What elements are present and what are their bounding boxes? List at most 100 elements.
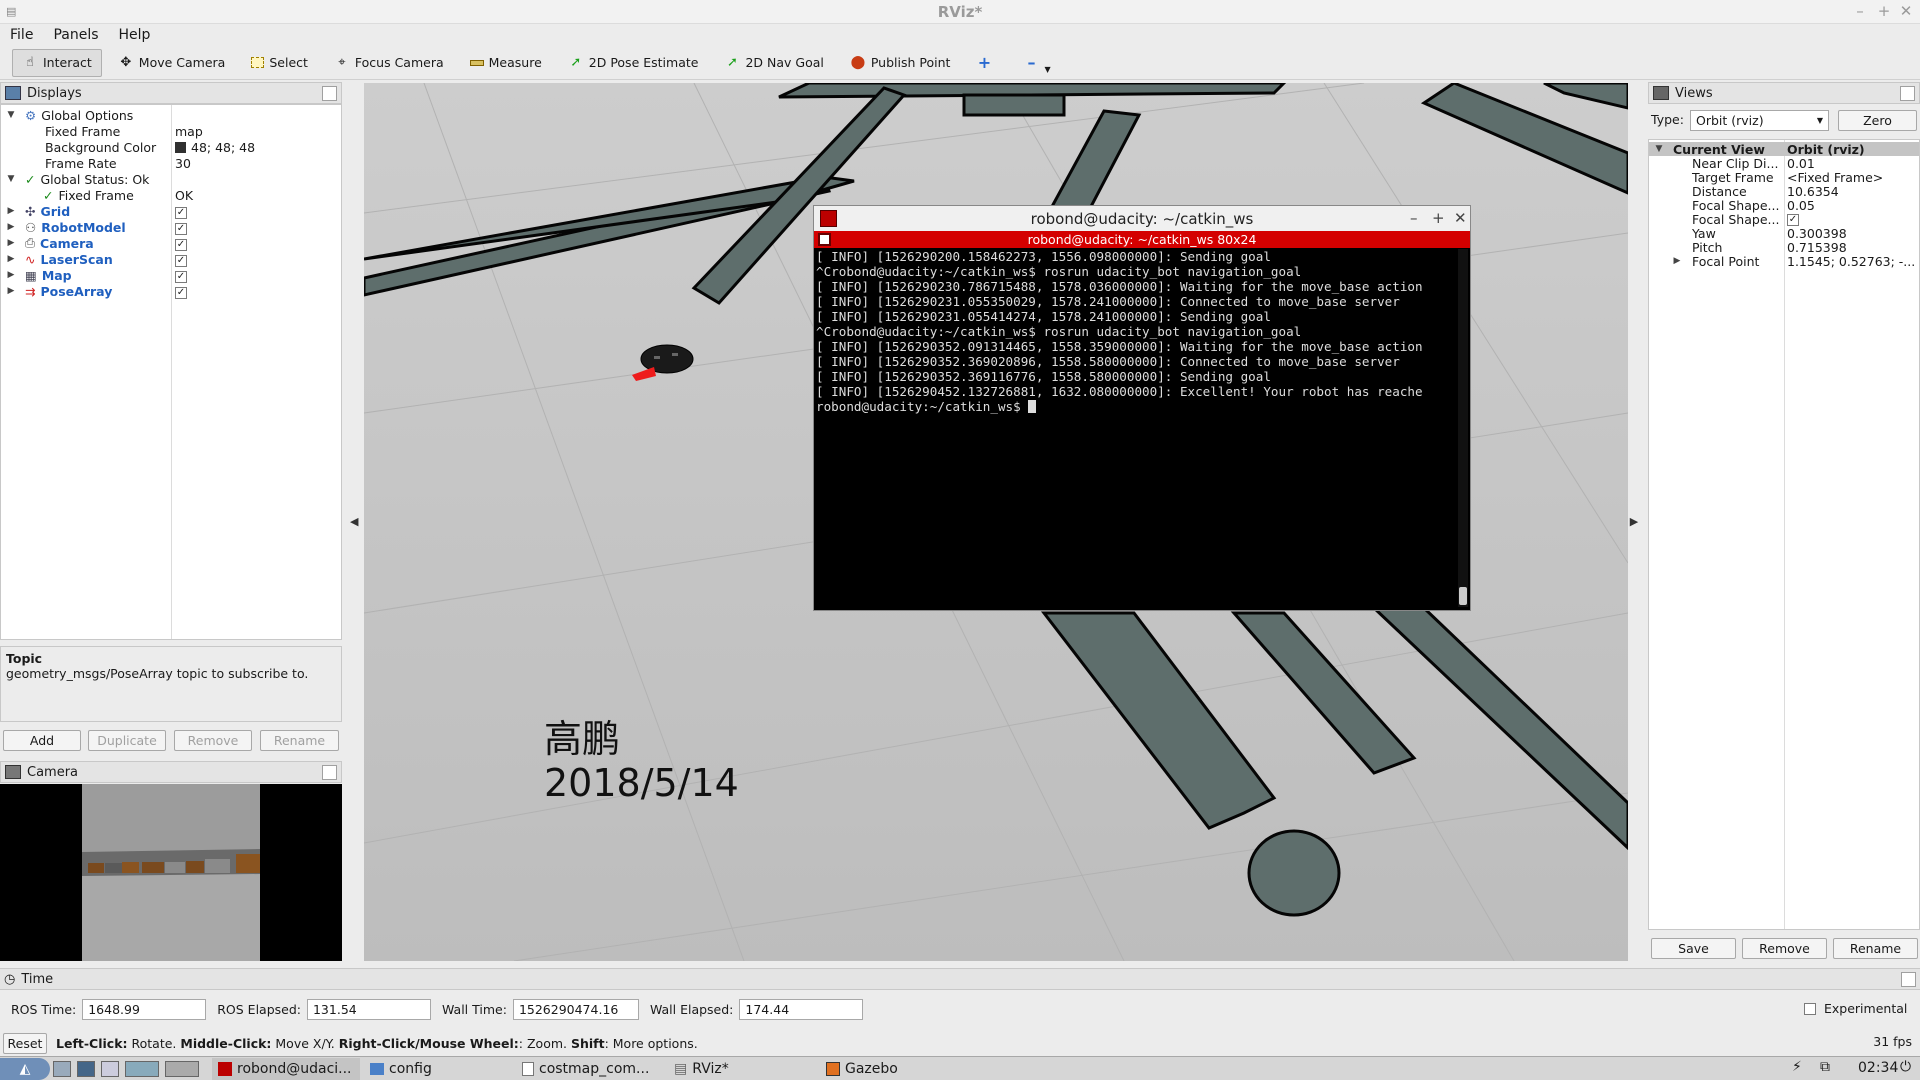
view-prop-value[interactable]: 1.1545; 0.52763; -... [1787, 253, 1915, 269]
prop-background-color-value[interactable]: 48; 48; 48 [175, 139, 255, 155]
tree-item-global-status[interactable]: ▼ ✓ Global Status: Ok [5, 171, 150, 187]
display-enabled-checkbox[interactable]: ✓ [175, 269, 187, 285]
launcher-icon[interactable] [77, 1060, 95, 1077]
prop-frame-rate-value[interactable]: 30 [175, 155, 191, 171]
select-tool[interactable]: Select [241, 49, 318, 77]
display-enabled-checkbox[interactable]: ✓ [175, 237, 187, 253]
checkbox[interactable]: ✓ [175, 223, 187, 235]
expand-arrow-icon[interactable]: ▶ [1671, 256, 1683, 266]
display-item-robotmodel[interactable]: ▶ ⚇ RobotModel [5, 219, 126, 235]
desktop-pager-icon[interactable] [165, 1060, 199, 1077]
display-item-camera[interactable]: ▶ ⎙ Camera [5, 235, 94, 251]
nav-goal-tool[interactable]: ➚ 2D Nav Goal [714, 49, 833, 77]
menu-panels[interactable]: Panels [43, 27, 108, 43]
terminal-scrollbar[interactable] [1458, 249, 1468, 607]
close-icon[interactable]: ✕ [1454, 209, 1467, 227]
display-enabled-checkbox[interactable]: ✓ [175, 285, 187, 301]
maximize-icon[interactable]: + [1874, 2, 1894, 20]
panel-undock-button[interactable] [322, 86, 337, 101]
display-item-posearray[interactable]: ▶ ⇉ PoseArray [5, 283, 113, 299]
checkbox[interactable]: ✓ [175, 255, 187, 267]
view-prop-value[interactable]: 0.05 [1787, 197, 1815, 213]
expand-arrow-icon[interactable]: ▶ [5, 270, 17, 280]
terminal-line: [ INFO] [1526290352.091314465, 1558.3590… [816, 339, 1423, 354]
collapse-right-icon[interactable]: ▶ [1628, 515, 1640, 528]
save-view-button[interactable]: Save [1651, 938, 1736, 959]
wall-elapsed-field[interactable]: 174.44 [739, 998, 864, 1020]
scrollbar-thumb[interactable] [1459, 587, 1467, 605]
measure-tool[interactable]: Measure [460, 49, 552, 77]
rename-view-button[interactable]: Rename [1833, 938, 1918, 959]
remove-display-button[interactable]: Remove [174, 730, 252, 751]
camera-image [82, 784, 260, 961]
publish-point-tool[interactable]: ⬤ Publish Point [840, 49, 961, 77]
terminal-prompt: robond@udacity:~/catkin_ws$ [816, 399, 1029, 414]
collapse-left-icon[interactable]: ◀ [350, 515, 358, 528]
view-type-select[interactable]: Orbit (rviz) ▼ [1690, 110, 1829, 131]
duplicate-display-button[interactable]: Duplicate [88, 730, 166, 751]
minimize-icon[interactable]: – [1410, 209, 1418, 227]
window-menu-icon[interactable]: ▤ [6, 5, 24, 19]
display-enabled-checkbox[interactable]: ✓ [175, 253, 187, 269]
prop-fixed-frame-value[interactable]: map [175, 123, 203, 139]
expand-arrow-icon[interactable]: ▼ [5, 110, 17, 120]
status-fixed-frame-value: OK [175, 187, 194, 203]
start-menu-icon[interactable]: ◭ [0, 1057, 50, 1080]
panel-undock-button[interactable] [322, 765, 337, 780]
move-camera-tool[interactable]: ✥ Move Camera [108, 49, 236, 77]
file-manager-icon[interactable] [101, 1060, 119, 1077]
expand-arrow-icon[interactable]: ▶ [5, 206, 17, 216]
task-gazebo[interactable]: Gazebo [820, 1058, 968, 1080]
display-enabled-checkbox[interactable]: ✓ [175, 205, 187, 221]
focal-point-item[interactable]: ▶ Focal Point [1671, 253, 1760, 269]
expand-arrow-icon[interactable]: ▶ [5, 222, 17, 232]
ros-elapsed-field[interactable]: 131.54 [306, 998, 431, 1020]
show-desktop-icon[interactable] [53, 1060, 71, 1077]
power-plug-icon[interactable]: ⚡ [1792, 1059, 1802, 1075]
close-icon[interactable]: ✕ [1896, 2, 1916, 20]
display-item-laserscan[interactable]: ▶ ∿ LaserScan [5, 251, 113, 267]
interact-tool[interactable]: ☝ Interact [12, 48, 102, 77]
expand-arrow-icon[interactable]: ▶ [5, 254, 17, 264]
experimental-checkbox[interactable] [1804, 1003, 1816, 1015]
add-display-button[interactable]: Add [3, 730, 81, 751]
maximize-icon[interactable]: + [1432, 209, 1445, 227]
task-costmap[interactable]: costmap_com... [516, 1058, 664, 1080]
remove-view-button[interactable]: Remove [1742, 938, 1827, 959]
terminal-output[interactable]: [ INFO] [1526290200.158462273, 1556.0980… [816, 249, 1456, 607]
power-icon[interactable]: ⏻ [1900, 1059, 1911, 1075]
focus-camera-tool[interactable]: ⌖ Focus Camera [324, 49, 454, 77]
add-tool-button[interactable]: + [966, 49, 1007, 77]
wall-time-field[interactable]: 1526290474.16 [512, 998, 639, 1020]
minimize-icon[interactable]: – [1850, 2, 1870, 20]
remove-tool-button[interactable]: – ▼ [1013, 49, 1060, 77]
desktop-pager-icon[interactable] [125, 1060, 159, 1077]
task-config[interactable]: config [364, 1058, 512, 1080]
menu-help[interactable]: Help [109, 27, 161, 43]
checkbox[interactable]: ✓ [175, 207, 187, 219]
task-rviz[interactable]: ▤ RViz* [668, 1058, 816, 1080]
display-enabled-checkbox[interactable]: ✓ [175, 221, 187, 237]
pose-estimate-tool[interactable]: ➚ 2D Pose Estimate [558, 49, 709, 77]
checkbox[interactable]: ✓ [175, 239, 187, 251]
network-icon[interactable]: ⧉ [1820, 1059, 1830, 1075]
terminal-window[interactable]: robond@udacity: ~/catkin_ws – + ✕ robond… [813, 205, 1471, 611]
tree-item-global-options[interactable]: ▼ ⚙ Global Options [5, 107, 134, 123]
expand-arrow-icon[interactable]: ▶ [5, 286, 17, 296]
checkbox[interactable]: ✓ [175, 287, 187, 299]
expand-arrow-icon[interactable]: ▶ [5, 238, 17, 248]
expand-arrow-icon[interactable]: ▼ [1653, 144, 1665, 154]
display-item-map[interactable]: ▶ ▦ Map [5, 267, 72, 283]
ros-time-field[interactable]: 1648.99 [82, 998, 207, 1020]
panel-undock-button[interactable] [1901, 972, 1916, 987]
menu-file[interactable]: File [0, 27, 43, 43]
checkbox[interactable]: ✓ [175, 271, 187, 283]
reset-button[interactable]: Reset [3, 1032, 47, 1054]
display-item-grid[interactable]: ▶ ✣ Grid [5, 203, 71, 219]
terminal-tab[interactable]: robond@udacity: ~/catkin_ws 80x24 [814, 231, 1470, 248]
panel-undock-button[interactable] [1900, 86, 1915, 101]
zero-view-button[interactable]: Zero [1838, 110, 1917, 131]
rename-display-button[interactable]: Rename [260, 730, 339, 751]
expand-arrow-icon[interactable]: ▼ [5, 174, 17, 184]
task-terminal[interactable]: robond@udaci... [212, 1057, 360, 1080]
